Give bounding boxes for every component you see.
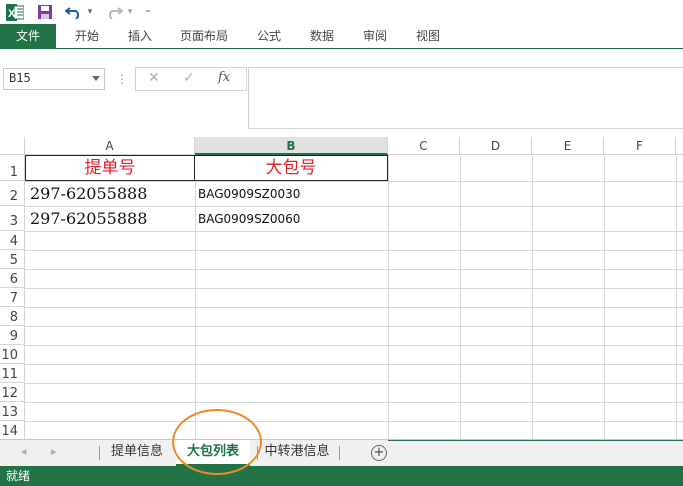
- svg-text:X: X: [8, 8, 16, 20]
- tab-file[interactable]: 文件: [0, 24, 56, 48]
- tab-insert[interactable]: 插入: [121, 24, 159, 48]
- column-header-e[interactable]: E: [532, 137, 604, 155]
- formula-bar-grip-icon: ⋮: [116, 72, 128, 86]
- quick-access-toolbar: X ▾ ▾ ⁼: [0, 0, 683, 24]
- gridline: [195, 155, 196, 439]
- column-header-g[interactable]: [676, 137, 683, 155]
- gridline: [25, 250, 683, 251]
- gridline: [25, 326, 683, 327]
- cancel-icon[interactable]: ✕: [148, 70, 160, 86]
- gridline: [25, 402, 683, 403]
- sheet-tab-bill-info[interactable]: 提单信息: [108, 440, 166, 466]
- row-header[interactable]: 12: [0, 383, 25, 402]
- column-header-c[interactable]: C: [388, 137, 460, 155]
- row-header[interactable]: 4: [0, 231, 25, 250]
- sheet-tab-bar: ◂ ▸ 提单信息 大包列表 中转港信息 +: [0, 439, 683, 466]
- customize-qat-icon[interactable]: ⁼: [142, 3, 154, 21]
- save-icon[interactable]: [35, 3, 55, 21]
- undo-dropdown-icon[interactable]: ▾: [85, 3, 95, 21]
- cell-a1[interactable]: 提单号: [26, 156, 194, 180]
- sheet-next-icon[interactable]: ▸: [51, 440, 63, 466]
- row-header[interactable]: 7: [0, 288, 25, 307]
- chevron-down-icon[interactable]: [92, 76, 100, 81]
- gridline: [25, 231, 683, 232]
- sheet-tab-transfer-port-info[interactable]: 中转港信息: [262, 440, 332, 466]
- cell-a2[interactable]: 297-62055888: [30, 182, 194, 206]
- gridline: [388, 155, 389, 439]
- formula-buttons: ✕ ✓ fx: [135, 67, 247, 91]
- gridline: [25, 288, 683, 289]
- gridline: [460, 155, 461, 439]
- select-all-corner[interactable]: [0, 137, 25, 155]
- cell-a3[interactable]: 297-62055888: [30, 207, 194, 231]
- gridline: [676, 155, 677, 439]
- gridline: [25, 364, 683, 365]
- undo-icon[interactable]: [64, 3, 84, 21]
- tab-home[interactable]: 开始: [68, 24, 106, 48]
- insert-function-icon[interactable]: fx: [218, 70, 230, 85]
- tab-separator: [99, 446, 100, 460]
- redo-dropdown-icon[interactable]: ▾: [125, 3, 135, 21]
- tab-separator: [339, 446, 340, 460]
- column-header-b[interactable]: B: [195, 137, 388, 155]
- status-bar: 就绪: [0, 466, 683, 486]
- worksheet-grid[interactable]: A B C D E F 1 2 3 4 5 6 7 8 9 10 11 12 1…: [0, 137, 683, 439]
- gridline: [25, 383, 683, 384]
- row-header[interactable]: 9: [0, 326, 25, 345]
- highlight-circle: [172, 409, 262, 475]
- gridline: [532, 155, 533, 439]
- column-header-a[interactable]: A: [25, 137, 195, 155]
- cell-b3[interactable]: BAG0909SZ0060: [198, 207, 386, 231]
- column-header-d[interactable]: D: [460, 137, 532, 155]
- gridline: [25, 307, 683, 308]
- horizontal-scrollbar-track: [388, 440, 683, 441]
- ribbon-tabs: 文件 开始 插入 页面布局 公式 数据 审阅 视图: [0, 24, 683, 48]
- sheet-prev-icon[interactable]: ◂: [21, 440, 33, 466]
- enter-icon[interactable]: ✓: [183, 70, 195, 86]
- gridline: [604, 155, 605, 439]
- tab-view[interactable]: 视图: [409, 24, 447, 48]
- excel-logo-icon: X: [5, 3, 25, 21]
- row-header[interactable]: 5: [0, 250, 25, 269]
- gridline: [25, 269, 683, 270]
- row-header[interactable]: 14: [0, 421, 25, 439]
- cell-b1[interactable]: 大包号: [195, 156, 387, 180]
- row-header[interactable]: 1: [0, 155, 25, 181]
- cell-b2[interactable]: BAG0909SZ0030: [198, 182, 386, 206]
- gridline: [25, 345, 683, 346]
- row-header[interactable]: 11: [0, 364, 25, 383]
- row-header[interactable]: 13: [0, 402, 25, 421]
- tab-page-layout[interactable]: 页面布局: [174, 24, 234, 48]
- tab-review[interactable]: 审阅: [356, 24, 394, 48]
- row-header[interactable]: 3: [0, 206, 25, 231]
- tab-data[interactable]: 数据: [303, 24, 341, 48]
- add-sheet-icon[interactable]: +: [371, 445, 387, 461]
- name-box-value: B15: [9, 71, 31, 85]
- formula-input[interactable]: [248, 67, 683, 129]
- row-header[interactable]: 6: [0, 269, 25, 288]
- name-box[interactable]: B15: [3, 68, 105, 90]
- row-header[interactable]: 10: [0, 345, 25, 364]
- row-header[interactable]: 8: [0, 307, 25, 326]
- column-header-f[interactable]: F: [604, 137, 676, 155]
- gridline: [25, 421, 683, 422]
- status-ready-text: 就绪: [6, 469, 31, 483]
- row-header[interactable]: 2: [0, 181, 25, 206]
- tab-formulas[interactable]: 公式: [250, 24, 288, 48]
- redo-icon[interactable]: [104, 3, 124, 21]
